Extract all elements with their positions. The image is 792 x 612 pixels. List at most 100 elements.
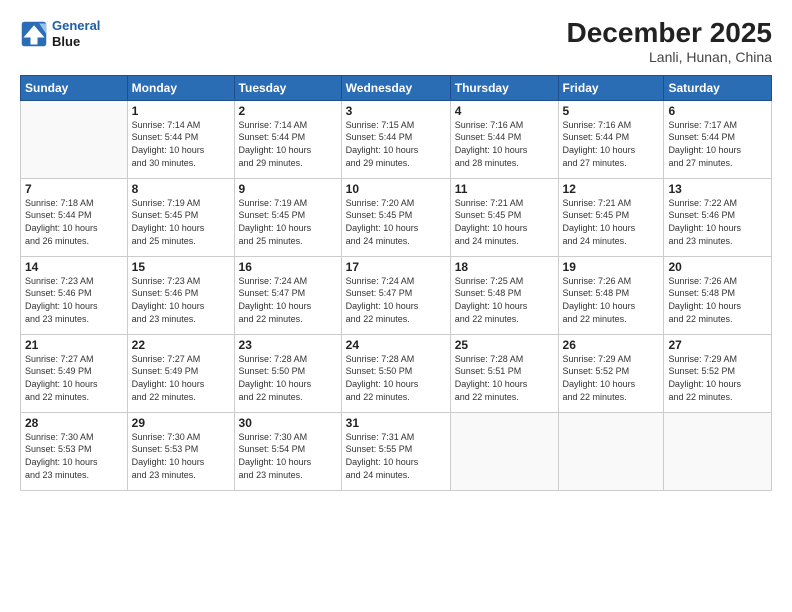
calendar-cell: 13Sunrise: 7:22 AM Sunset: 5:46 PM Dayli… [664, 178, 772, 256]
day-info: Sunrise: 7:25 AM Sunset: 5:48 PM Dayligh… [455, 275, 554, 325]
day-info: Sunrise: 7:30 AM Sunset: 5:53 PM Dayligh… [25, 431, 123, 481]
calendar-cell: 5Sunrise: 7:16 AM Sunset: 5:44 PM Daylig… [558, 100, 664, 178]
calendar-cell: 31Sunrise: 7:31 AM Sunset: 5:55 PM Dayli… [341, 412, 450, 490]
calendar-cell: 15Sunrise: 7:23 AM Sunset: 5:46 PM Dayli… [127, 256, 234, 334]
calendar-cell: 9Sunrise: 7:19 AM Sunset: 5:45 PM Daylig… [234, 178, 341, 256]
day-number: 30 [239, 416, 337, 430]
day-info: Sunrise: 7:30 AM Sunset: 5:54 PM Dayligh… [239, 431, 337, 481]
calendar-cell: 1Sunrise: 7:14 AM Sunset: 5:44 PM Daylig… [127, 100, 234, 178]
calendar-cell [664, 412, 772, 490]
calendar-cell: 4Sunrise: 7:16 AM Sunset: 5:44 PM Daylig… [450, 100, 558, 178]
day-info: Sunrise: 7:26 AM Sunset: 5:48 PM Dayligh… [563, 275, 660, 325]
day-info: Sunrise: 7:26 AM Sunset: 5:48 PM Dayligh… [668, 275, 767, 325]
calendar-page: General Blue December 2025 Lanli, Hunan,… [0, 0, 792, 612]
day-number: 15 [132, 260, 230, 274]
calendar-cell [21, 100, 128, 178]
day-info: Sunrise: 7:24 AM Sunset: 5:47 PM Dayligh… [346, 275, 446, 325]
day-info: Sunrise: 7:21 AM Sunset: 5:45 PM Dayligh… [563, 197, 660, 247]
day-number: 26 [563, 338, 660, 352]
day-number: 10 [346, 182, 446, 196]
day-info: Sunrise: 7:23 AM Sunset: 5:46 PM Dayligh… [25, 275, 123, 325]
week-row-5: 28Sunrise: 7:30 AM Sunset: 5:53 PM Dayli… [21, 412, 772, 490]
logo-text: General Blue [52, 18, 100, 49]
day-info: Sunrise: 7:18 AM Sunset: 5:44 PM Dayligh… [25, 197, 123, 247]
day-info: Sunrise: 7:28 AM Sunset: 5:50 PM Dayligh… [346, 353, 446, 403]
calendar-cell: 30Sunrise: 7:30 AM Sunset: 5:54 PM Dayli… [234, 412, 341, 490]
location: Lanli, Hunan, China [567, 49, 772, 65]
calendar-cell [558, 412, 664, 490]
day-info: Sunrise: 7:15 AM Sunset: 5:44 PM Dayligh… [346, 119, 446, 169]
day-number: 27 [668, 338, 767, 352]
day-number: 6 [668, 104, 767, 118]
logo: General Blue [20, 18, 100, 49]
day-number: 22 [132, 338, 230, 352]
day-number: 21 [25, 338, 123, 352]
weekday-header-thursday: Thursday [450, 75, 558, 100]
week-row-3: 14Sunrise: 7:23 AM Sunset: 5:46 PM Dayli… [21, 256, 772, 334]
calendar-cell: 7Sunrise: 7:18 AM Sunset: 5:44 PM Daylig… [21, 178, 128, 256]
calendar-cell: 18Sunrise: 7:25 AM Sunset: 5:48 PM Dayli… [450, 256, 558, 334]
weekday-header-saturday: Saturday [664, 75, 772, 100]
calendar-cell: 22Sunrise: 7:27 AM Sunset: 5:49 PM Dayli… [127, 334, 234, 412]
calendar-cell: 24Sunrise: 7:28 AM Sunset: 5:50 PM Dayli… [341, 334, 450, 412]
day-number: 14 [25, 260, 123, 274]
day-number: 5 [563, 104, 660, 118]
day-info: Sunrise: 7:29 AM Sunset: 5:52 PM Dayligh… [563, 353, 660, 403]
calendar-cell: 6Sunrise: 7:17 AM Sunset: 5:44 PM Daylig… [664, 100, 772, 178]
weekday-header-row: SundayMondayTuesdayWednesdayThursdayFrid… [21, 75, 772, 100]
day-number: 8 [132, 182, 230, 196]
day-number: 20 [668, 260, 767, 274]
week-row-4: 21Sunrise: 7:27 AM Sunset: 5:49 PM Dayli… [21, 334, 772, 412]
calendar-cell: 11Sunrise: 7:21 AM Sunset: 5:45 PM Dayli… [450, 178, 558, 256]
day-number: 12 [563, 182, 660, 196]
day-number: 17 [346, 260, 446, 274]
day-number: 28 [25, 416, 123, 430]
day-info: Sunrise: 7:17 AM Sunset: 5:44 PM Dayligh… [668, 119, 767, 169]
day-info: Sunrise: 7:16 AM Sunset: 5:44 PM Dayligh… [455, 119, 554, 169]
calendar-cell: 2Sunrise: 7:14 AM Sunset: 5:44 PM Daylig… [234, 100, 341, 178]
day-info: Sunrise: 7:28 AM Sunset: 5:50 PM Dayligh… [239, 353, 337, 403]
calendar-cell: 20Sunrise: 7:26 AM Sunset: 5:48 PM Dayli… [664, 256, 772, 334]
calendar-cell: 14Sunrise: 7:23 AM Sunset: 5:46 PM Dayli… [21, 256, 128, 334]
day-number: 11 [455, 182, 554, 196]
day-number: 19 [563, 260, 660, 274]
day-number: 2 [239, 104, 337, 118]
day-info: Sunrise: 7:27 AM Sunset: 5:49 PM Dayligh… [25, 353, 123, 403]
day-number: 1 [132, 104, 230, 118]
logo-icon [20, 20, 48, 48]
day-info: Sunrise: 7:19 AM Sunset: 5:45 PM Dayligh… [132, 197, 230, 247]
day-number: 13 [668, 182, 767, 196]
calendar-cell: 10Sunrise: 7:20 AM Sunset: 5:45 PM Dayli… [341, 178, 450, 256]
day-info: Sunrise: 7:31 AM Sunset: 5:55 PM Dayligh… [346, 431, 446, 481]
calendar-cell: 21Sunrise: 7:27 AM Sunset: 5:49 PM Dayli… [21, 334, 128, 412]
day-info: Sunrise: 7:22 AM Sunset: 5:46 PM Dayligh… [668, 197, 767, 247]
calendar-cell: 26Sunrise: 7:29 AM Sunset: 5:52 PM Dayli… [558, 334, 664, 412]
week-row-2: 7Sunrise: 7:18 AM Sunset: 5:44 PM Daylig… [21, 178, 772, 256]
calendar-cell: 27Sunrise: 7:29 AM Sunset: 5:52 PM Dayli… [664, 334, 772, 412]
weekday-header-sunday: Sunday [21, 75, 128, 100]
day-info: Sunrise: 7:21 AM Sunset: 5:45 PM Dayligh… [455, 197, 554, 247]
calendar-cell [450, 412, 558, 490]
day-number: 31 [346, 416, 446, 430]
calendar-cell: 16Sunrise: 7:24 AM Sunset: 5:47 PM Dayli… [234, 256, 341, 334]
calendar-cell: 29Sunrise: 7:30 AM Sunset: 5:53 PM Dayli… [127, 412, 234, 490]
title-area: December 2025 Lanli, Hunan, China [567, 18, 772, 65]
calendar-cell: 23Sunrise: 7:28 AM Sunset: 5:50 PM Dayli… [234, 334, 341, 412]
calendar-cell: 3Sunrise: 7:15 AM Sunset: 5:44 PM Daylig… [341, 100, 450, 178]
day-info: Sunrise: 7:16 AM Sunset: 5:44 PM Dayligh… [563, 119, 660, 169]
header: General Blue December 2025 Lanli, Hunan,… [20, 18, 772, 65]
day-info: Sunrise: 7:29 AM Sunset: 5:52 PM Dayligh… [668, 353, 767, 403]
day-number: 3 [346, 104, 446, 118]
day-info: Sunrise: 7:28 AM Sunset: 5:51 PM Dayligh… [455, 353, 554, 403]
day-number: 9 [239, 182, 337, 196]
weekday-header-monday: Monday [127, 75, 234, 100]
day-number: 18 [455, 260, 554, 274]
calendar-cell: 25Sunrise: 7:28 AM Sunset: 5:51 PM Dayli… [450, 334, 558, 412]
day-info: Sunrise: 7:14 AM Sunset: 5:44 PM Dayligh… [239, 119, 337, 169]
calendar-cell: 8Sunrise: 7:19 AM Sunset: 5:45 PM Daylig… [127, 178, 234, 256]
calendar-table: SundayMondayTuesdayWednesdayThursdayFrid… [20, 75, 772, 491]
day-number: 4 [455, 104, 554, 118]
calendar-cell: 12Sunrise: 7:21 AM Sunset: 5:45 PM Dayli… [558, 178, 664, 256]
day-number: 29 [132, 416, 230, 430]
calendar-cell: 28Sunrise: 7:30 AM Sunset: 5:53 PM Dayli… [21, 412, 128, 490]
